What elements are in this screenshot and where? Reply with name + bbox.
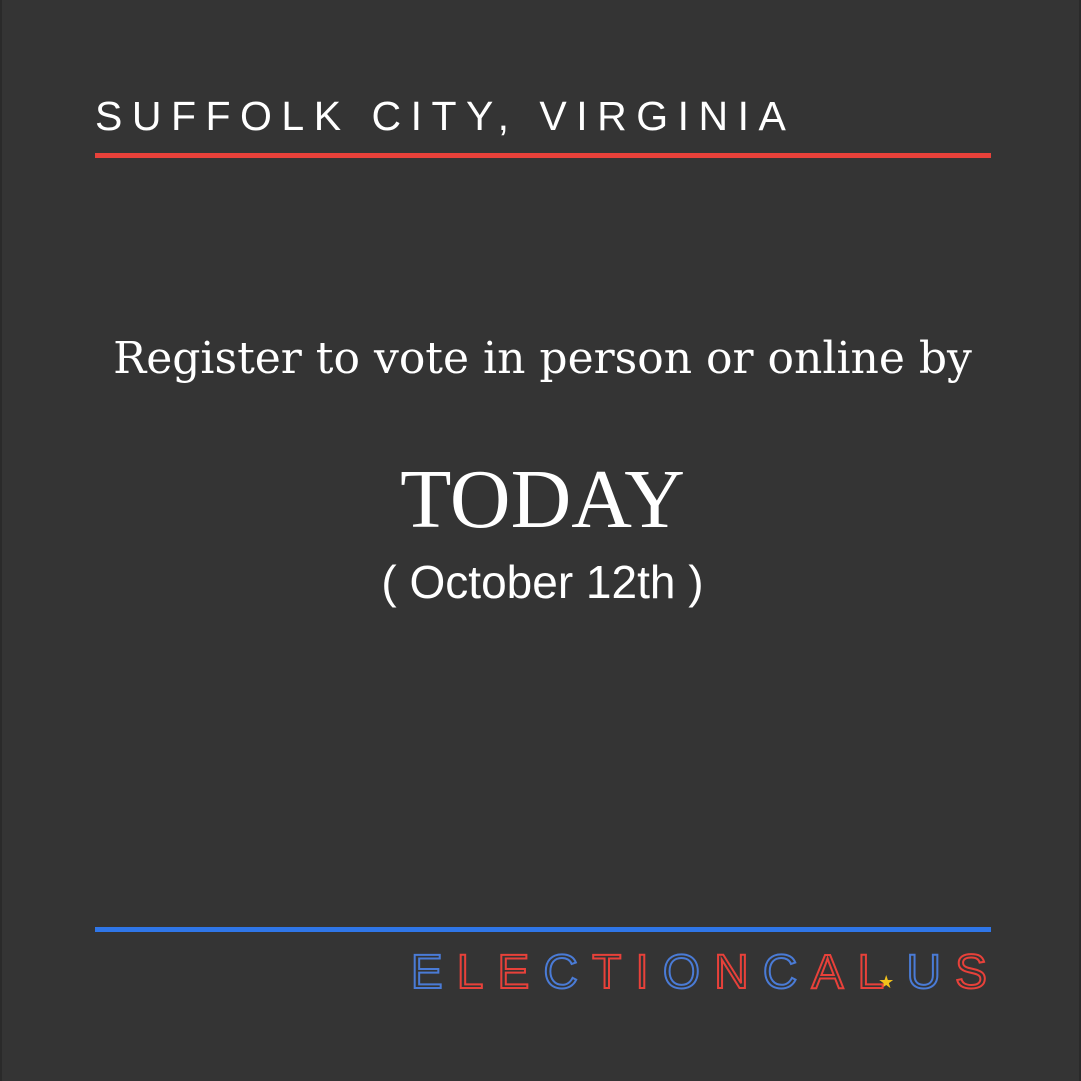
registration-message: Register to vote in person or online by — [113, 333, 972, 384]
election-card: SUFFOLK CITY, VIRGINIA Register to vote … — [0, 0, 1081, 1081]
brand-logo: ELECTIONCAL★ US — [410, 945, 988, 1000]
brand-logo-letter: N — [713, 945, 763, 1000]
brand-logo-letter: A — [810, 945, 858, 1000]
deadline-date: ( October 12th ) — [381, 556, 704, 608]
brand-logo-letter: I — [634, 945, 663, 1000]
brand-logo-letter: U — [905, 945, 955, 1000]
brand-logo-letter: E — [410, 945, 457, 1000]
bottom-divider — [95, 927, 991, 932]
top-divider — [95, 153, 991, 158]
brand-logo-letter: E — [496, 945, 544, 1000]
brand-logo-letter: C — [762, 945, 812, 1000]
brand-logo-letter: S — [954, 945, 988, 1000]
deadline-text: TODAY — [400, 453, 685, 546]
brand-logo-letter: L — [856, 945, 885, 1000]
brand-logo-letter: T — [591, 945, 636, 1000]
brand-logo-letter: L — [456, 945, 498, 1000]
brand-logo-domain: US — [905, 945, 988, 1000]
brand-logo-letter: O — [662, 945, 715, 1000]
brand-logo-name: ELECTIONCAL — [410, 945, 885, 1000]
location-heading: SUFFOLK CITY, VIRGINIA — [95, 93, 796, 139]
brand-logo-letter: C — [542, 945, 593, 1000]
